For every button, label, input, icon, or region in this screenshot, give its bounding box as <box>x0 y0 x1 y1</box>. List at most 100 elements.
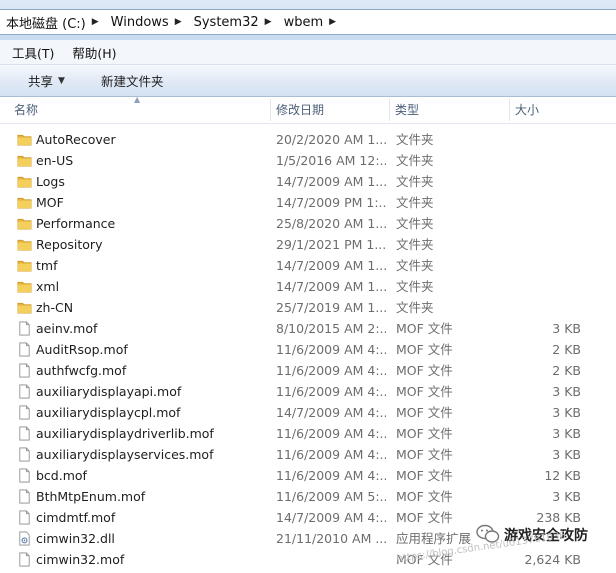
file-name: auxiliarydisplayapi.mof <box>36 384 182 399</box>
file-row[interactable]: auxiliarydisplaycpl.mof 14/7/2009 AM 4:..… <box>0 402 616 423</box>
file-type: MOF 文件 <box>396 468 453 483</box>
menu-help[interactable]: 帮助(H) <box>60 43 122 62</box>
file-size: 238 KB <box>536 510 581 525</box>
crumb-separator-icon[interactable]: ▶ <box>88 17 105 27</box>
file-icon <box>17 342 32 357</box>
file-date: 20/2/2020 AM 1... <box>276 132 386 147</box>
file-row[interactable]: AuditRsop.mof 11/6/2009 AM 4:... MOF 文件 2 K… <box>0 339 616 360</box>
crumb-drive[interactable]: 本地磁盘 (C:) <box>0 13 88 32</box>
file-size: 12 KB <box>544 468 581 483</box>
file-type: 文件夹 <box>396 132 434 147</box>
file-row[interactable]: cimwin32.dll 21/11/2010 AM ... 应用程序扩展 <box>0 528 616 549</box>
file-name: bcd.mof <box>36 468 87 483</box>
file-name: AuditRsop.mof <box>36 342 128 357</box>
file-type: MOF 文件 <box>396 363 453 378</box>
file-name: en-US <box>36 153 74 168</box>
file-type: MOF 文件 <box>396 405 453 420</box>
folder-icon <box>17 195 32 210</box>
folder-icon <box>17 174 32 189</box>
file-row[interactable]: cimdmtf.mof 14/7/2009 AM 4:... MOF 文件 238 K… <box>0 507 616 528</box>
crumb-separator-icon[interactable]: ▶ <box>171 17 188 27</box>
column-header-size[interactable]: 大小 <box>509 97 615 123</box>
file-date: 21/11/2010 AM ... <box>276 531 386 546</box>
file-row[interactable]: authfwcfg.mof 11/6/2009 AM 4:... MOF 文件 2 K… <box>0 360 616 381</box>
column-header-date[interactable]: 修改日期 <box>270 97 388 123</box>
file-icon <box>17 552 32 567</box>
file-type: 文件夹 <box>396 258 434 273</box>
folder-icon <box>17 216 32 231</box>
file-icon <box>17 468 32 483</box>
file-row[interactable]: auxiliarydisplaydriverlib.mof 11/6/2009 A… <box>0 423 616 444</box>
file-name: Repository <box>36 237 103 252</box>
file-name: authfwcfg.mof <box>36 363 127 378</box>
file-name: Performance <box>36 216 116 231</box>
folder-row[interactable]: zh-CN 25/7/2019 AM 1... 文件夹 <box>0 297 616 318</box>
file-date: 11/6/2009 AM 4:... <box>276 342 386 357</box>
file-size: 3 KB <box>552 405 581 420</box>
file-list: AutoRecover 20/2/2020 AM 1... 文件夹 en-US 1/5/… <box>0 129 616 570</box>
new-folder-button[interactable]: 新建文件夹 <box>93 71 172 90</box>
file-size: 2 KB <box>552 363 581 378</box>
file-icon <box>17 405 32 420</box>
file-date: 14/7/2009 AM 4:... <box>276 510 386 525</box>
folder-icon <box>17 258 32 273</box>
crumb-separator-icon[interactable]: ▶ <box>325 17 342 27</box>
crumb-system32[interactable]: System32 <box>188 15 261 30</box>
file-name: auxiliarydisplaycpl.mof <box>36 405 181 420</box>
file-date: 14/7/2009 AM 4:... <box>276 405 386 420</box>
folder-row[interactable]: Repository 29/1/2021 PM 1... 文件夹 <box>0 234 616 255</box>
folder-icon <box>17 132 32 147</box>
file-row[interactable]: cimwin32.mof MOF 文件 2,624 KB <box>0 549 616 570</box>
file-date: 14/7/2009 PM 1:... <box>276 195 386 210</box>
column-header-type[interactable]: 类型 <box>389 97 507 123</box>
folder-row[interactable]: xml 14/7/2009 AM 1... 文件夹 <box>0 276 616 297</box>
file-type: 文件夹 <box>396 216 434 231</box>
file-type: 文件夹 <box>396 300 434 315</box>
file-row[interactable]: bcd.mof 11/6/2009 AM 4:... MOF 文件 12 KB <box>0 465 616 486</box>
folder-row[interactable]: AutoRecover 20/2/2020 AM 1... 文件夹 <box>0 129 616 150</box>
crumb-wbem[interactable]: wbem <box>278 15 326 30</box>
file-row[interactable]: BthMtpEnum.mof 11/6/2009 AM 5:... MOF 文件 3 … <box>0 486 616 507</box>
folder-icon <box>17 153 32 168</box>
file-icon <box>17 447 32 462</box>
file-date: 11/6/2009 AM 4:... <box>276 384 386 399</box>
chevron-down-icon: ▼ <box>58 75 65 86</box>
file-type: 文件夹 <box>396 174 434 189</box>
file-type: MOF 文件 <box>396 426 453 441</box>
column-header-row: ▲ 名称 修改日期 类型 大小 <box>0 95 616 124</box>
crumb-windows[interactable]: Windows <box>105 15 171 30</box>
folder-row[interactable]: tmf 14/7/2009 AM 1... 文件夹 <box>0 255 616 276</box>
file-date: 11/6/2009 AM 5:... <box>276 489 386 504</box>
file-name: tmf <box>36 258 58 273</box>
file-date: 14/7/2009 AM 1... <box>276 279 386 294</box>
file-icon <box>17 321 32 336</box>
file-size: 3 KB <box>552 489 581 504</box>
file-name: auxiliarydisplaydriverlib.mof <box>36 426 214 441</box>
file-icon <box>17 426 32 441</box>
file-date: 1/5/2016 AM 12:... <box>276 153 386 168</box>
folder-row[interactable]: en-US 1/5/2016 AM 12:... 文件夹 <box>0 150 616 171</box>
file-row[interactable]: aeinv.mof 8/10/2015 AM 2:... MOF 文件 3 KB <box>0 318 616 339</box>
file-date: 11/6/2009 AM 4:... <box>276 447 386 462</box>
file-size: 3 KB <box>552 384 581 399</box>
folder-row[interactable]: Performance 25/8/2020 AM 1... 文件夹 <box>0 213 616 234</box>
file-name: cimwin32.mof <box>36 552 125 567</box>
file-icon <box>17 363 32 378</box>
file-type: 应用程序扩展 <box>396 531 472 546</box>
address-bar[interactable]: 本地磁盘 (C:) ▶ Windows ▶ System32 ▶ wbem ▶ <box>0 9 616 35</box>
folder-row[interactable]: Logs 14/7/2009 AM 1... 文件夹 <box>0 171 616 192</box>
file-type: MOF 文件 <box>396 552 453 567</box>
file-name: BthMtpEnum.mof <box>36 489 146 504</box>
file-name: MOF <box>36 195 64 210</box>
file-date: 11/6/2009 AM 4:... <box>276 468 386 483</box>
menu-tools[interactable]: 工具(T) <box>0 43 60 62</box>
crumb-separator-icon[interactable]: ▶ <box>261 17 278 27</box>
new-folder-label: 新建文件夹 <box>100 74 164 89</box>
column-header-name[interactable]: 名称 <box>8 97 274 123</box>
file-size: 2 KB <box>552 342 581 357</box>
folder-row[interactable]: MOF 14/7/2009 PM 1:... 文件夹 <box>0 192 616 213</box>
share-button[interactable]: 共享 ▼ <box>20 71 73 90</box>
file-type: MOF 文件 <box>396 321 453 336</box>
file-row[interactable]: auxiliarydisplayservices.mof 11/6/2009 AM… <box>0 444 616 465</box>
file-row[interactable]: auxiliarydisplayapi.mof 11/6/2009 AM 4:..… <box>0 381 616 402</box>
